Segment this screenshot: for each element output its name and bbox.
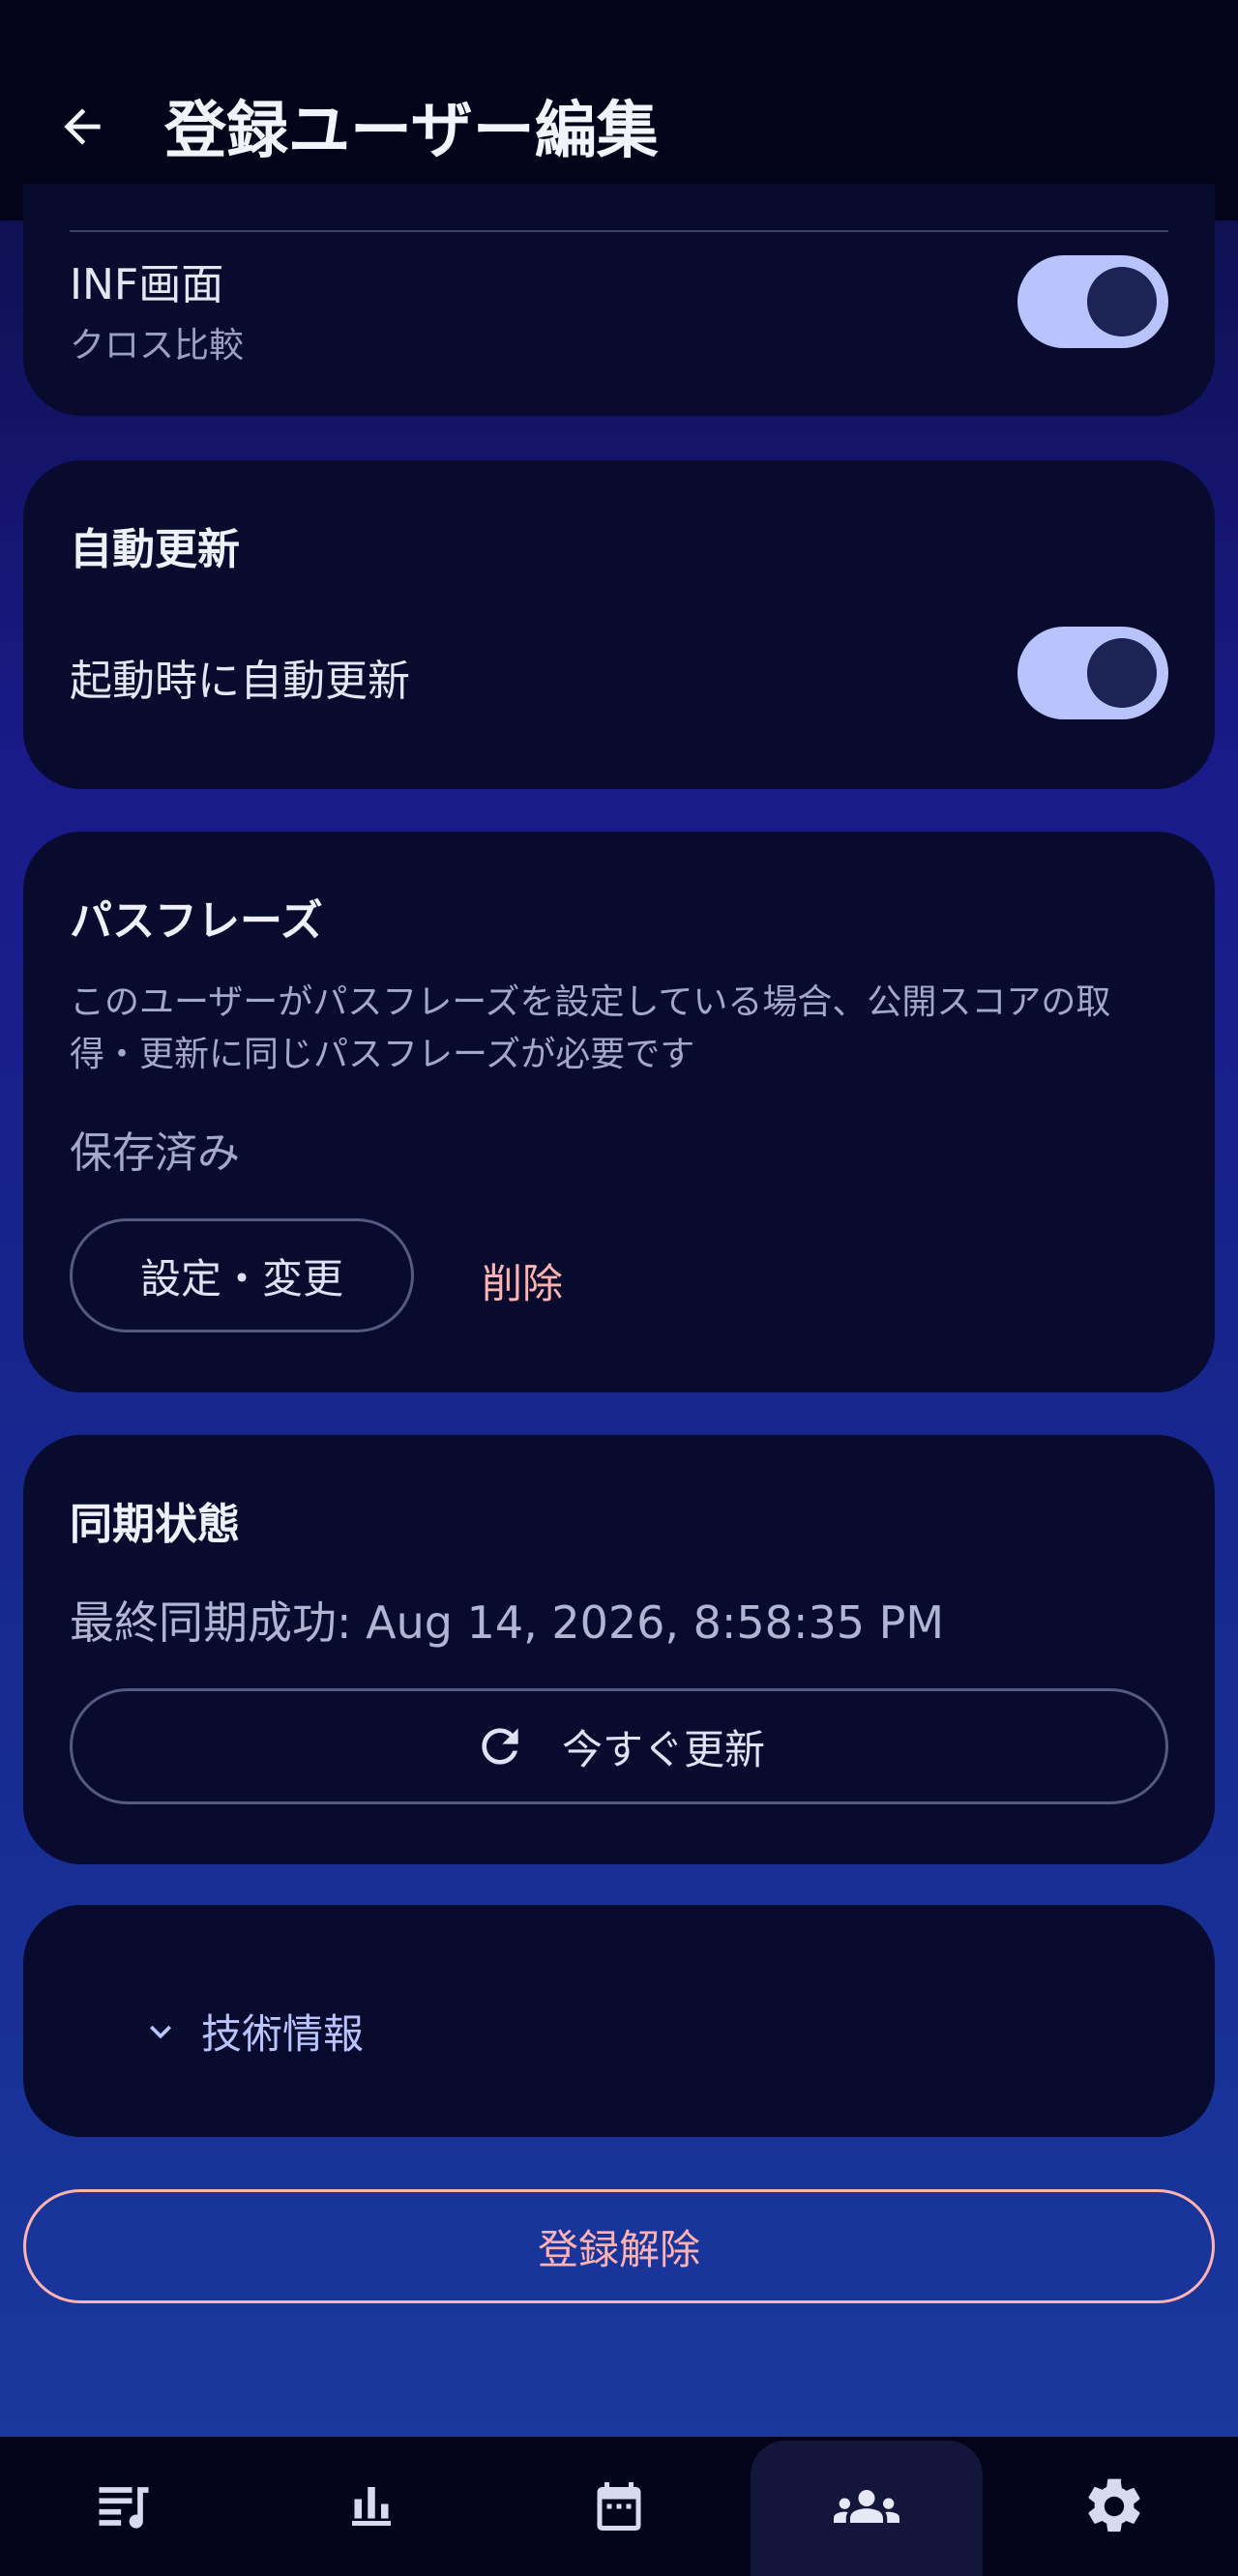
refresh-now-button[interactable]: 今すぐ更新 bbox=[70, 1688, 1168, 1804]
users-icon bbox=[834, 2490, 899, 2523]
music-list-icon bbox=[99, 2487, 149, 2529]
toggle-knob bbox=[1087, 267, 1157, 337]
page-title: 登録ユーザー編集 bbox=[164, 96, 659, 167]
auto-update-title: 自動更新 bbox=[70, 525, 240, 574]
gear-icon bbox=[1088, 2478, 1140, 2532]
inf-screen-toggle[interactable] bbox=[1017, 255, 1168, 348]
passphrase-status: 保存済み bbox=[70, 1128, 240, 1178]
toggle-knob bbox=[1087, 638, 1157, 708]
unregister-button[interactable]: 登録解除 bbox=[23, 2189, 1215, 2303]
nav-item-songs[interactable] bbox=[0, 2437, 248, 2576]
delete-passphrase-button[interactable]: 削除 bbox=[482, 1251, 563, 1310]
nav-item-settings[interactable] bbox=[990, 2437, 1238, 2576]
tech-info-label: 技術情報 bbox=[201, 2010, 365, 2058]
bottom-nav bbox=[0, 2437, 1238, 2576]
screens-card: INF画面 クロス比較 bbox=[23, 184, 1215, 416]
last-sync-text: 最終同期成功: Aug 14, 2026, 8:58:35 PM bbox=[70, 1596, 945, 1649]
set-passphrase-button[interactable]: 設定・変更 bbox=[70, 1218, 414, 1332]
divider bbox=[70, 230, 1168, 232]
bar-chart-icon bbox=[352, 2487, 391, 2526]
tech-info-toggle[interactable]: 技術情報 bbox=[139, 2002, 364, 2061]
auto-update-toggle[interactable] bbox=[1017, 627, 1168, 719]
nav-item-stats[interactable] bbox=[248, 2437, 495, 2576]
refresh-icon bbox=[482, 1728, 518, 1765]
auto-update-card: 自動更新 起動時に自動更新 bbox=[23, 460, 1215, 789]
sync-card: 同期状態 最終同期成功: Aug 14, 2026, 8:58:35 PM 今す… bbox=[23, 1435, 1215, 1864]
back-button[interactable] bbox=[48, 93, 116, 161]
passphrase-description: このユーザーがパスフレーズを設定している場合、公開スコアの取得・更新に同じパスフ… bbox=[70, 982, 1111, 1074]
inf-screen-sub: クロス比較 bbox=[70, 326, 245, 366]
tech-info-card: 技術情報 bbox=[23, 1905, 1215, 2137]
chevron-down-icon bbox=[150, 2025, 171, 2038]
passphrase-title: パスフレーズ bbox=[70, 896, 323, 946]
calendar-icon bbox=[597, 2482, 641, 2531]
nav-item-users[interactable] bbox=[743, 2437, 990, 2576]
sync-title: 同期状態 bbox=[70, 1500, 240, 1549]
passphrase-card: パスフレーズ このユーザーがパスフレーズを設定している場合、公開スコアの取得・更… bbox=[23, 832, 1215, 1392]
inf-screen-label: INF画面 bbox=[70, 260, 224, 309]
nav-item-calendar[interactable] bbox=[495, 2437, 743, 2576]
refresh-now-label: 今すぐ更新 bbox=[561, 1725, 765, 1773]
auto-update-label: 起動時に自動更新 bbox=[70, 657, 410, 706]
arrow-left-icon bbox=[64, 108, 101, 145]
